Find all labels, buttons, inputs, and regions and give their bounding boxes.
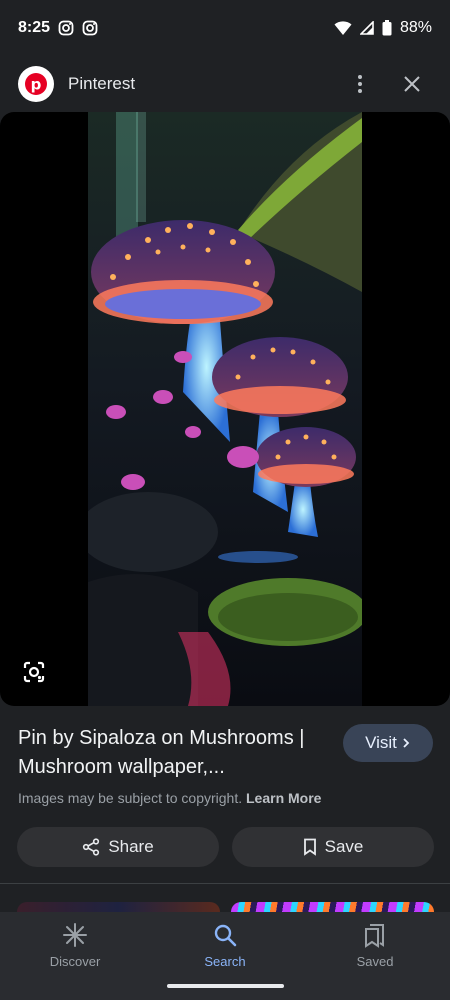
- close-button[interactable]: [392, 64, 432, 104]
- more-vert-icon: [358, 75, 362, 93]
- share-button[interactable]: Share: [17, 827, 219, 867]
- app-name: Pinterest: [68, 74, 136, 93]
- discover-icon: [63, 923, 87, 947]
- more-options-button[interactable]: [340, 64, 380, 104]
- nav-discover-label: Discover: [49, 954, 101, 969]
- search-icon: [214, 924, 237, 947]
- lens-icon: [23, 661, 45, 683]
- bookmark-icon: [303, 838, 316, 856]
- close-icon: [404, 76, 420, 92]
- pinterest-logo-icon: p: [18, 66, 54, 102]
- share-label: Share: [108, 837, 154, 856]
- logo-letter: p: [31, 76, 42, 94]
- signal-icon: [359, 21, 374, 35]
- save-button[interactable]: Save: [232, 827, 434, 867]
- copyright-notice: Images may be subject to copyright. Lear…: [18, 790, 321, 806]
- instagram-icon: [58, 20, 74, 36]
- image-preview[interactable]: [0, 112, 450, 706]
- home-indicator[interactable]: [167, 984, 284, 988]
- learn-more-link[interactable]: Learn More: [246, 790, 321, 806]
- status-bar: 8:25 88%: [0, 0, 450, 56]
- divider: [0, 883, 450, 884]
- lens-button[interactable]: [16, 654, 52, 690]
- visit-label: Visit: [365, 733, 397, 752]
- battery-level: 88%: [399, 19, 432, 36]
- app-header: p Pinterest: [0, 56, 450, 112]
- nav-saved-label: Saved: [356, 954, 394, 969]
- visit-button[interactable]: Visit: [343, 724, 433, 762]
- nav-discover[interactable]: Discover: [0, 912, 150, 1000]
- save-label: Save: [324, 837, 364, 856]
- result-title[interactable]: Pin by Sipaloza on Mushrooms | Mushroom …: [18, 724, 328, 782]
- saved-icon: [365, 924, 384, 948]
- nav-search-label: Search: [204, 954, 246, 969]
- chevron-right-icon: [403, 738, 410, 748]
- status-time: 8:25: [18, 19, 51, 36]
- instagram-icon: [82, 20, 98, 36]
- share-icon: [83, 838, 100, 856]
- battery-icon: [382, 20, 392, 36]
- mushroom-artwork: [88, 112, 362, 706]
- wifi-icon: [334, 20, 352, 36]
- nav-saved[interactable]: Saved: [300, 912, 450, 1000]
- status-left: 8:25: [18, 19, 98, 37]
- copyright-text: Images may be subject to copyright.: [18, 790, 243, 806]
- status-right: 88%: [334, 19, 432, 37]
